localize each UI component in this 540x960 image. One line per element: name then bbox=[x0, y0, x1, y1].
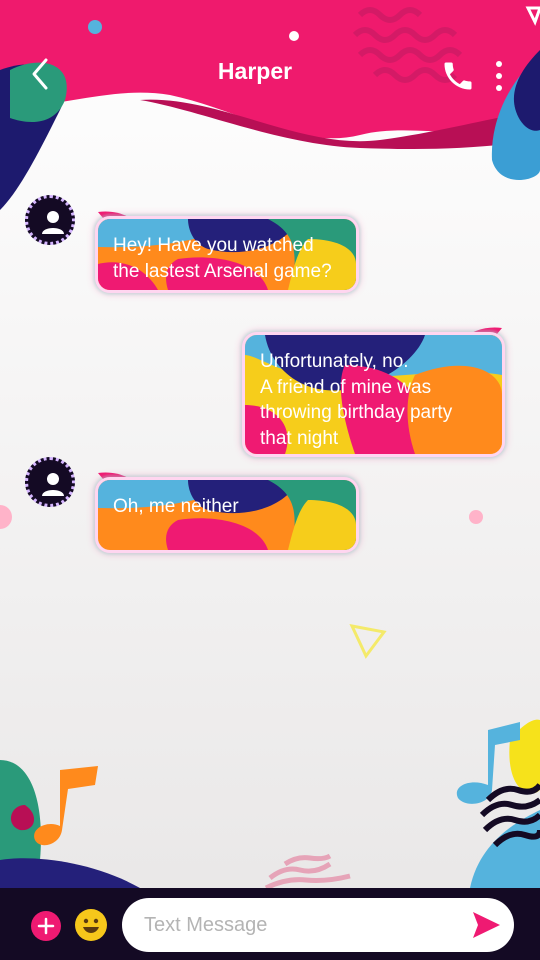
plus-icon bbox=[37, 917, 55, 935]
send-icon bbox=[473, 912, 500, 938]
person-icon bbox=[42, 473, 64, 496]
message-text: Oh, me neither bbox=[113, 496, 239, 517]
more-vertical-icon bbox=[496, 61, 502, 91]
add-attachment-button[interactable] bbox=[31, 911, 61, 941]
message-bubble-outgoing[interactable]: Unfortunately, no. A friend of mine was … bbox=[245, 335, 502, 454]
chevron-left-icon bbox=[32, 58, 48, 90]
contact-name: Harper bbox=[217, 58, 293, 84]
message-bubble-incoming[interactable]: Hey! Have you watched the lastest Arsena… bbox=[98, 219, 356, 290]
message-bubble-incoming[interactable]: Oh, me neither bbox=[98, 480, 356, 550]
message-text: Hey! Have you watched the lastest Arsena… bbox=[113, 235, 332, 282]
back-button[interactable] bbox=[24, 54, 60, 94]
smiley-icon bbox=[75, 909, 107, 941]
more-options-button[interactable] bbox=[488, 58, 510, 94]
contact-avatar[interactable] bbox=[25, 195, 75, 245]
call-button[interactable] bbox=[440, 58, 476, 94]
send-button[interactable] bbox=[470, 908, 502, 942]
contact-avatar[interactable] bbox=[25, 457, 75, 507]
phone-icon bbox=[444, 62, 472, 90]
message-text: Unfortunately, no. A friend of mine was … bbox=[260, 351, 453, 449]
message-input[interactable] bbox=[122, 898, 514, 952]
person-icon bbox=[42, 211, 64, 234]
emoji-button[interactable] bbox=[74, 908, 108, 942]
